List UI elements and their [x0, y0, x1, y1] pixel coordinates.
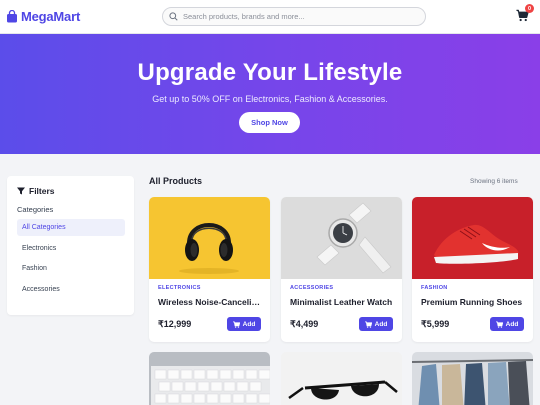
categories-label: Categories [17, 205, 54, 214]
product-category: FASHION [421, 285, 448, 291]
product-image-clothes-rack[interactable] [412, 352, 533, 405]
logo-text: MegaMart [21, 9, 81, 24]
product-image-sunglasses[interactable] [281, 352, 402, 405]
category-item-accessories[interactable]: Accessories [17, 281, 125, 298]
search-bar[interactable] [162, 7, 426, 26]
cart-count-badge: 0 [525, 4, 534, 13]
hero-banner: Upgrade Your Lifestyle Get up to 50% OFF… [0, 34, 540, 154]
category-item-electronics[interactable]: Electronics [17, 240, 125, 257]
product-category: ACCESSORIES [290, 285, 334, 291]
add-to-cart-button[interactable]: Add [490, 317, 524, 331]
add-to-cart-button[interactable]: Add [359, 317, 393, 331]
hero-subtitle: Get up to 50% OFF on Electronics, Fashio… [152, 94, 388, 104]
product-price: ₹5,999 [421, 319, 450, 329]
product-name[interactable]: Premium Running Shoes [421, 297, 525, 307]
search-icon [169, 12, 178, 21]
filters-header: Filters [17, 186, 55, 196]
category-list: All Categories Electronics Fashion Acces… [17, 219, 125, 301]
product-image-keyboard[interactable] [149, 352, 270, 405]
product-card[interactable]: ACCESSORIES Minimalist Leather Watch ₹4,… [281, 197, 402, 342]
product-category: ELECTRONICS [158, 285, 201, 291]
products-title: All Products [149, 176, 203, 186]
category-item-fashion[interactable]: Fashion [17, 260, 125, 277]
shopping-bag-icon [7, 10, 17, 23]
cart-plus-icon [364, 320, 372, 328]
filters-title: Filters [29, 186, 55, 196]
product-name[interactable]: Minimalist Leather Watch [290, 297, 394, 307]
product-card[interactable]: FASHION Premium Running Shoes ₹5,999 Add [412, 197, 533, 342]
cart-plus-icon [232, 320, 240, 328]
filters-sidebar: Filters Categories All Categories Electr… [7, 176, 134, 315]
cart-button[interactable]: 0 [516, 4, 534, 23]
search-input[interactable] [183, 12, 413, 21]
add-label: Add [374, 320, 388, 328]
product-image-watch[interactable] [281, 197, 402, 279]
product-price: ₹12,999 [158, 319, 192, 329]
add-to-cart-button[interactable]: Add [227, 317, 261, 331]
add-label: Add [242, 320, 256, 328]
cart-plus-icon [495, 320, 503, 328]
add-label: Add [505, 320, 519, 328]
product-image-headphones[interactable] [149, 197, 270, 279]
hero-title: Upgrade Your Lifestyle [137, 59, 403, 86]
category-item-all[interactable]: All Categories [17, 219, 125, 236]
shop-now-button[interactable]: Shop Now [239, 112, 300, 133]
top-navbar: MegaMart 0 [0, 0, 540, 34]
product-price: ₹4,499 [290, 319, 319, 329]
filter-icon [17, 187, 25, 195]
products-count: Showing 6 items [470, 178, 518, 185]
product-image-shoe[interactable] [412, 197, 533, 279]
product-name[interactable]: Wireless Noise-Canceling Headphones [158, 297, 262, 307]
logo[interactable]: MegaMart [6, 9, 80, 24]
product-card[interactable]: ELECTRONICS Wireless Noise-Canceling Hea… [149, 197, 270, 342]
